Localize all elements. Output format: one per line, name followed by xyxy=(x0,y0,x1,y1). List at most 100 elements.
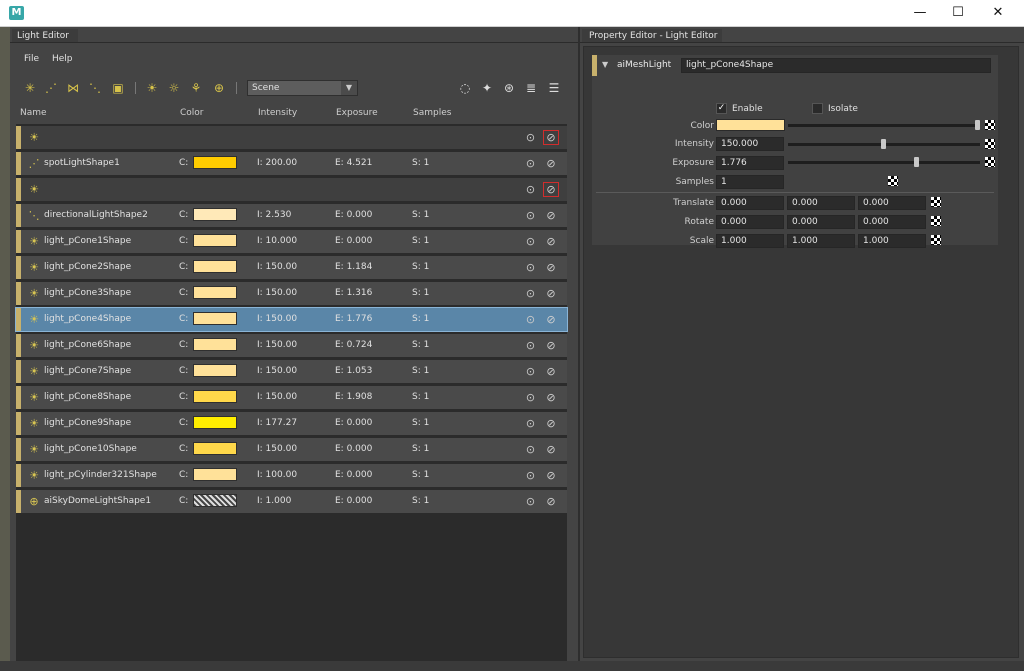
translate-y-field[interactable]: 0.000 xyxy=(787,196,855,210)
exposure-value[interactable]: E: 4.521 xyxy=(335,158,372,168)
solo-icon[interactable]: ⊙ xyxy=(523,416,538,431)
light-group-row[interactable]: ☀ ⊙ ⊘ xyxy=(16,178,567,201)
rotate-y-field[interactable]: 0.000 xyxy=(787,215,855,229)
intensity-value[interactable]: I: 150.00 xyxy=(257,262,297,272)
intensity-map-button-icon[interactable] xyxy=(985,139,995,149)
create-light-portal-icon[interactable]: ⚘ xyxy=(188,80,204,96)
color-swatch[interactable] xyxy=(193,338,237,351)
color-field[interactable] xyxy=(716,119,785,131)
create-point-light-icon[interactable]: ✳ xyxy=(22,80,38,96)
exposure-value[interactable]: E: 0.000 xyxy=(335,444,372,454)
color-map-button-icon[interactable] xyxy=(985,120,995,130)
list-options-icon[interactable]: ≣ xyxy=(523,80,539,96)
mute-icon[interactable]: ⊘ xyxy=(543,234,559,249)
mute-icon[interactable]: ⊘ xyxy=(543,468,559,483)
exposure-slider-track[interactable] xyxy=(788,161,980,164)
solo-icon[interactable]: ⊙ xyxy=(523,494,538,509)
intensity-value[interactable]: I: 150.00 xyxy=(257,288,297,298)
mute-icon[interactable]: ⊘ xyxy=(543,156,559,171)
samples-value[interactable]: S: 1 xyxy=(412,158,429,168)
solo-icon[interactable]: ⊙ xyxy=(523,468,538,483)
exposure-value[interactable]: E: 0.000 xyxy=(335,210,372,220)
create-area-light-icon[interactable]: ⋈ xyxy=(65,80,81,96)
collapse-triangle-icon[interactable]: ▼ xyxy=(602,60,608,69)
samples-value[interactable]: S: 1 xyxy=(412,392,429,402)
minimize-button[interactable]: — xyxy=(900,0,940,27)
light-row[interactable]: ☀ light_pCone6Shape C: I: 150.00 E: 0.72… xyxy=(16,334,567,357)
intensity-value[interactable]: I: 150.00 xyxy=(257,444,297,454)
mute-icon[interactable]: ⊘ xyxy=(543,312,559,327)
intensity-value[interactable]: I: 177.27 xyxy=(257,418,297,428)
color-swatch[interactable] xyxy=(193,468,237,481)
toggle-property-editor-icon[interactable]: ☰ xyxy=(546,80,562,96)
exposure-value[interactable]: E: 0.000 xyxy=(335,470,372,480)
mute-icon[interactable]: ⊘ xyxy=(543,286,559,301)
samples-map-button-icon[interactable] xyxy=(888,176,898,186)
solo-icon[interactable]: ⊙ xyxy=(523,208,538,223)
intensity-value[interactable]: I: 1.000 xyxy=(257,496,291,506)
samples-value[interactable]: S: 1 xyxy=(412,470,429,480)
translate-x-field[interactable]: 0.000 xyxy=(716,196,784,210)
intensity-value[interactable]: I: 150.00 xyxy=(257,314,297,324)
intensity-field[interactable]: 150.000 xyxy=(716,137,784,151)
exposure-value[interactable]: E: 1.908 xyxy=(335,392,372,402)
tab-property-editor[interactable]: Property Editor - Light Editor xyxy=(582,29,722,43)
samples-value[interactable]: S: 1 xyxy=(412,444,429,454)
solo-icon[interactable]: ⊙ xyxy=(523,364,538,379)
light-list[interactable]: ☀ ⊙ ⊘ ⋰ spotLightShape1 C: I: 200.00 E: … xyxy=(15,124,568,661)
exposure-map-button-icon[interactable] xyxy=(985,157,995,167)
samples-value[interactable]: S: 1 xyxy=(412,340,429,350)
exposure-value[interactable]: E: 1.184 xyxy=(335,262,372,272)
rotate-map-button-icon[interactable] xyxy=(931,216,941,226)
scale-map-button-icon[interactable] xyxy=(931,235,941,245)
scale-y-field[interactable]: 1.000 xyxy=(787,234,855,248)
menu-help[interactable]: Help xyxy=(52,54,73,64)
color-swatch[interactable] xyxy=(193,390,237,403)
maximize-button[interactable]: ☐ xyxy=(938,0,978,27)
column-header-samples[interactable]: Samples xyxy=(413,108,451,118)
light-row[interactable]: ☀ light_pCone7Shape C: I: 150.00 E: 1.05… xyxy=(16,360,567,383)
scale-x-field[interactable]: 1.000 xyxy=(716,234,784,248)
intensity-value[interactable]: I: 150.00 xyxy=(257,366,297,376)
color-swatch[interactable] xyxy=(193,286,237,299)
light-row[interactable]: ☀ light_pCone1Shape C: I: 10.000 E: 0.00… xyxy=(16,230,567,253)
samples-value[interactable]: S: 1 xyxy=(412,496,429,506)
mute-icon[interactable]: ⊘ xyxy=(543,260,559,275)
column-header-color[interactable]: Color xyxy=(180,108,204,118)
tab-light-editor[interactable]: Light Editor xyxy=(12,29,78,43)
intensity-value[interactable]: I: 100.00 xyxy=(257,470,297,480)
lookthrough-light-icon[interactable]: ✦ xyxy=(479,80,495,96)
color-swatch[interactable] xyxy=(193,312,237,325)
light-row[interactable]: ☀ light_pCone3Shape C: I: 150.00 E: 1.31… xyxy=(16,282,567,305)
solo-icon[interactable]: ⊙ xyxy=(523,338,538,353)
translate-map-button-icon[interactable] xyxy=(931,197,941,207)
scene-dropdown[interactable]: Scene ▼ xyxy=(247,80,358,96)
solo-icon[interactable]: ⊙ xyxy=(523,182,538,197)
light-row[interactable]: ⋰ spotLightShape1 C: I: 200.00 E: 4.521 … xyxy=(16,152,567,175)
exposure-slider-handle[interactable] xyxy=(914,157,919,167)
color-slider-track[interactable] xyxy=(788,124,977,127)
mute-icon[interactable]: ⊘ xyxy=(543,208,559,223)
color-swatch[interactable] xyxy=(193,208,237,221)
mute-icon[interactable]: ⊘ xyxy=(543,442,559,457)
exposure-value[interactable]: E: 0.724 xyxy=(335,340,372,350)
scale-z-field[interactable]: 1.000 xyxy=(858,234,926,248)
solo-icon[interactable]: ⊙ xyxy=(523,234,538,249)
color-swatch[interactable] xyxy=(193,156,237,169)
light-row[interactable]: ☀ light_pCone8Shape C: I: 150.00 E: 1.90… xyxy=(16,386,567,409)
mute-icon[interactable]: ⊘ xyxy=(543,494,559,509)
solo-icon[interactable]: ⊙ xyxy=(523,312,538,327)
close-button[interactable]: ✕ xyxy=(978,0,1018,27)
light-row[interactable]: ⋱ directionalLightShape2 C: I: 2.530 E: … xyxy=(16,204,567,227)
exposure-value[interactable]: E: 0.000 xyxy=(335,496,372,506)
exposure-value[interactable]: E: 0.000 xyxy=(335,236,372,246)
color-swatch[interactable] xyxy=(193,442,237,455)
mute-icon[interactable]: ⊘ xyxy=(543,390,559,405)
translate-z-field[interactable]: 0.000 xyxy=(858,196,926,210)
solo-icon[interactable]: ⊙ xyxy=(523,130,538,145)
light-row[interactable]: ☀ light_pCone2Shape C: I: 150.00 E: 1.18… xyxy=(16,256,567,279)
samples-value[interactable]: S: 1 xyxy=(412,210,429,220)
solo-icon[interactable]: ⊙ xyxy=(523,156,538,171)
light-row[interactable]: ⊕ aiSkyDomeLightShape1 C: I: 1.000 E: 0.… xyxy=(16,490,567,513)
color-swatch[interactable] xyxy=(193,364,237,377)
